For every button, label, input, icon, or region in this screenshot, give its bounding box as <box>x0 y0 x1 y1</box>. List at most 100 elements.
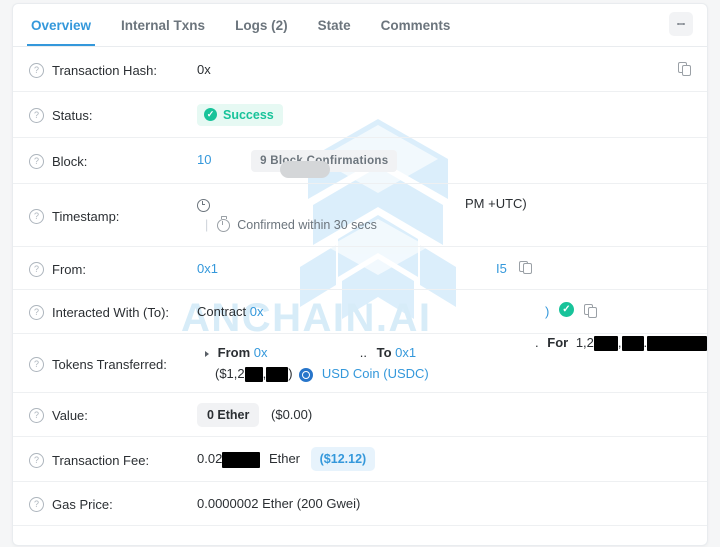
block-number-link[interactable]: 10 <box>197 152 211 167</box>
kebab-menu-icon[interactable] <box>669 12 693 36</box>
fee-fiat-badge: ($12.12) <box>310 447 376 471</box>
value-timestamp: PM +UTC) | Confirmed within 30 secs <box>197 195 691 234</box>
row-interacted-with: ? Interacted With (To): Contract 0x ) ✓ <box>13 290 707 334</box>
row-transaction-hash: ? Transaction Hash: 0x <box>13 47 707 92</box>
label-timestamp: ? Timestamp: <box>29 207 197 224</box>
row-block: ? Block: 10 9 Block Confirmations <box>13 138 707 184</box>
value-transaction-fee: 0.02 Ether ($12.12) <box>197 447 691 471</box>
label-status: ? Status: <box>29 106 197 123</box>
contract-prefix-text: Contract <box>197 304 247 319</box>
usdc-token-icon <box>299 367 314 382</box>
verified-check-circle-icon: ✓ <box>559 302 574 317</box>
label-transaction-hash: ? Transaction Hash: <box>29 61 197 78</box>
help-icon[interactable]: ? <box>29 408 44 423</box>
token-ellipsis: .. <box>359 345 367 360</box>
timestamp-utc-text: PM +UTC) <box>465 195 527 211</box>
confirmed-within-text: Confirmed within 30 secs <box>237 217 377 232</box>
help-icon[interactable]: ? <box>29 62 44 78</box>
tab-bar: Overview Internal Txns Logs (2) State Co… <box>13 4 707 47</box>
label-interacted-with: ? Interacted With (To): <box>29 303 197 320</box>
help-icon[interactable]: ? <box>29 305 44 320</box>
label-text: Block: <box>52 154 88 169</box>
token-for-group: . For 1,2,. <box>535 333 707 352</box>
token-from-label: From <box>217 345 251 360</box>
label-from: ? From: <box>29 260 197 277</box>
label-text: Status: <box>52 108 93 123</box>
tab-overview[interactable]: Overview <box>26 6 96 46</box>
from-address-link[interactable]: 0x1 <box>197 261 218 276</box>
tab-comments[interactable]: Comments <box>381 6 451 45</box>
tab-logs[interactable]: Logs (2) <box>235 6 288 45</box>
copy-icon[interactable] <box>584 304 597 318</box>
token-transfer-line-2: ($1,2,) USD Coin (USDC) <box>215 366 429 383</box>
label-tokens-transferred: ? Tokens Transferred: <box>29 355 197 372</box>
help-icon[interactable]: ? <box>29 261 44 277</box>
contract-address-link[interactable]: 0x <box>250 304 264 319</box>
label-gas-price: ? Gas Price: <box>29 495 197 512</box>
help-icon[interactable]: ? <box>29 208 44 224</box>
timestamp-line-primary: PM +UTC) <box>197 195 691 213</box>
from-address-tail[interactable]: I5 <box>496 261 507 276</box>
label-transaction-fee: ? Transaction Fee: <box>29 451 197 468</box>
value-block: 10 9 Block Confirmations <box>197 149 691 172</box>
timestamp-line-secondary: | Confirmed within 30 secs <box>197 216 691 234</box>
help-icon[interactable]: ? <box>29 452 44 468</box>
help-icon[interactable]: ? <box>29 497 44 512</box>
status-badge: ✓ Success <box>197 103 283 126</box>
row-transaction-fee: ? Transaction Fee: 0.02 Ether ($12.12) <box>13 437 707 482</box>
label-text: From: <box>52 261 86 277</box>
help-icon[interactable]: ? <box>29 154 44 169</box>
copy-icon[interactable] <box>519 260 532 275</box>
value-interacted-with: Contract 0x ) ✓ <box>197 302 691 319</box>
token-transfer-line-1: From 0x .. To 0x1 . For 1,2,. <box>197 335 707 362</box>
token-period: . <box>535 335 539 350</box>
tab-internal-txns[interactable]: Internal Txns <box>121 6 205 45</box>
label-text: Transaction Hash: <box>52 62 158 78</box>
token-from-address[interactable]: 0x <box>254 345 268 360</box>
token-usd-close: ) <box>288 366 293 381</box>
token-for-amount: 1,2 <box>575 335 594 350</box>
value-ether-pill: 0 Ether <box>197 402 260 427</box>
contract-address-tail: ) <box>545 304 550 319</box>
label-text: Value: <box>52 408 88 423</box>
overview-rows: ? Transaction Hash: 0x ? Status: ✓ Succe… <box>13 47 707 526</box>
value-tokens-transferred: From 0x .. To 0x1 . For 1,2,. ($1,2,) US… <box>197 335 707 383</box>
value-gas-price: 0.0000002 Ether (200 Gwei) <box>197 496 691 511</box>
help-icon[interactable]: ? <box>29 356 44 372</box>
token-usd-value: ($1,2 <box>215 366 245 381</box>
clock-icon <box>197 198 210 212</box>
copy-icon[interactable] <box>678 62 691 76</box>
confirmations-overlay-pill <box>280 161 330 178</box>
value-amount: 0 Ether ($0.00) <box>197 402 691 427</box>
value-from: 0x1 I5 <box>197 260 691 276</box>
label-block: ? Block: <box>29 152 197 169</box>
caret-right-icon[interactable] <box>205 350 209 357</box>
kebab-dot <box>682 22 685 26</box>
transaction-overview-card: ANCHAIN.AI Overview Internal Txns Logs (… <box>12 3 708 546</box>
fee-amount-prefix: 0.02 <box>197 451 223 466</box>
transaction-hash-value: 0x <box>197 61 211 77</box>
value-fiat-text: ($0.00) <box>271 406 313 422</box>
token-name-link[interactable]: USD Coin (USDC) <box>322 366 429 381</box>
label-text: Transaction Fee: <box>52 452 150 468</box>
row-from: ? From: 0x1 I5 <box>13 247 707 290</box>
tab-state[interactable]: State <box>318 6 351 45</box>
row-tokens-transferred: ? Tokens Transferred: From 0x .. To 0x1 … <box>13 334 707 393</box>
gas-price-value: 0.0000002 Ether (200 Gwei) <box>197 496 361 511</box>
row-status: ? Status: ✓ Success <box>13 92 707 138</box>
token-for-label: For <box>547 335 569 350</box>
help-icon[interactable]: ? <box>29 108 44 123</box>
row-gas-price: ? Gas Price: 0.0000002 Ether (200 Gwei) <box>13 482 707 526</box>
value-transaction-hash: 0x <box>197 62 691 77</box>
value-status: ✓ Success <box>197 103 691 126</box>
fee-unit-text: Ether <box>268 451 301 466</box>
row-timestamp: ? Timestamp: PM +UTC) | Confirmed within… <box>13 184 707 247</box>
label-text: Timestamp: <box>52 208 120 224</box>
token-to-address[interactable]: 0x1 <box>395 345 416 360</box>
timestamp-separator: | <box>205 217 209 232</box>
token-to-label: To <box>376 345 392 360</box>
label-text: Tokens Transferred: <box>52 356 167 372</box>
stopwatch-icon <box>216 216 230 232</box>
status-text: Success <box>223 107 274 122</box>
row-value: ? Value: 0 Ether ($0.00) <box>13 393 707 437</box>
